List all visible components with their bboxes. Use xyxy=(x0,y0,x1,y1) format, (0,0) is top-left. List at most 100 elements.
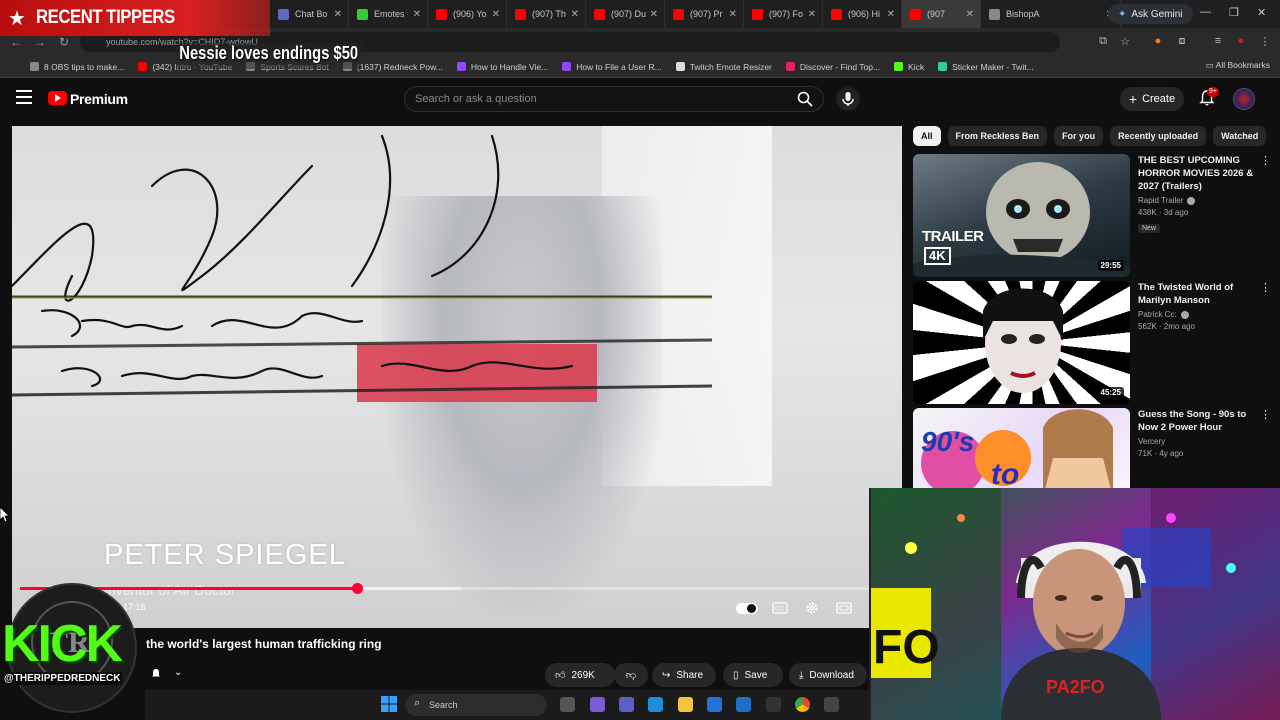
install-icon[interactable]: ⧉ xyxy=(1096,35,1110,49)
close-window-icon[interactable]: ✕ xyxy=(1257,6,1266,19)
video-title[interactable]: Guess the Song - 90s to Now 2 Power Hour xyxy=(1138,408,1268,434)
youtube-logo-icon[interactable] xyxy=(48,91,67,105)
edge-icon[interactable] xyxy=(648,697,663,712)
channel-name[interactable]: Patrick Cc: xyxy=(1138,310,1268,319)
menu-icon[interactable]: ⋮ xyxy=(1258,35,1272,49)
bookmark-item[interactable]: How to File a User R... xyxy=(562,62,662,72)
chrome-icon[interactable] xyxy=(795,697,810,712)
reload-icon[interactable]: ↻ xyxy=(52,35,76,49)
video-thumbnail[interactable]: TRAILER 4K 29:55 xyxy=(913,154,1130,277)
bookmark-item[interactable]: 8 OBS tips to make... xyxy=(30,62,124,72)
bookmark-item[interactable]: How to Handle Vie... xyxy=(456,62,548,72)
subscribe-bell-icon[interactable] xyxy=(150,667,162,680)
tab-close-icon[interactable]: ✕ xyxy=(808,9,816,20)
task-view-icon[interactable] xyxy=(560,697,575,712)
tab-close-icon[interactable]: ✕ xyxy=(571,9,579,20)
channel-name[interactable]: Rapid Trailer xyxy=(1138,196,1268,205)
dislike-button[interactable]: 👎︎ xyxy=(614,663,648,687)
more-options-icon[interactable]: ⋮ xyxy=(1260,281,1271,294)
browser-tab[interactable]: BishopA✕ xyxy=(981,0,1121,28)
voice-search-button[interactable] xyxy=(836,87,860,111)
restore-icon[interactable]: ❐ xyxy=(1229,6,1239,19)
tab-close-icon[interactable]: ✕ xyxy=(966,9,974,20)
extension-icon[interactable]: ● xyxy=(1151,35,1165,49)
filter-chip[interactable]: Watched xyxy=(1213,126,1267,146)
file-explorer-icon[interactable] xyxy=(678,697,693,712)
browser-tab[interactable]: (907 ✕ xyxy=(902,0,981,28)
tab-close-icon[interactable]: ✕ xyxy=(650,9,658,20)
like-button[interactable]: 👍︎ 269K xyxy=(545,663,615,687)
bookmark-item[interactable]: Kick xyxy=(894,62,924,72)
extensions-puzzle-icon[interactable]: ⧈ xyxy=(1175,35,1189,49)
filter-chip[interactable]: All xyxy=(913,126,941,146)
more-options-icon[interactable]: ⋮ xyxy=(1260,408,1271,421)
save-button[interactable]: ▯ Save xyxy=(723,663,783,687)
search-input[interactable]: Search or ask a question xyxy=(404,86,824,112)
browser-tab[interactable]: (907) Fo ✕ xyxy=(744,0,823,28)
browser-tab[interactable]: (907) Du ✕ xyxy=(586,0,665,28)
tab-close-icon[interactable]: ✕ xyxy=(729,9,737,20)
bookmark-item[interactable]: Sticker Maker - Twit... xyxy=(938,62,1034,72)
tab-favicon-icon xyxy=(673,8,684,20)
more-options-icon[interactable]: ⋮ xyxy=(1260,154,1271,167)
hamburger-menu-icon[interactable] xyxy=(16,90,32,104)
kick-logo-text: KICK xyxy=(2,615,123,673)
video-thumbnail[interactable]: 45:25 xyxy=(913,281,1130,404)
app-icon[interactable] xyxy=(824,697,839,712)
verified-icon xyxy=(1180,310,1189,319)
windows-start-icon[interactable] xyxy=(381,696,397,712)
browser-tab[interactable]: Chat Bo ✕ xyxy=(270,0,349,28)
filter-chip[interactable]: From Reckless Ben xyxy=(947,126,1048,146)
media-icon[interactable]: ≡ xyxy=(1211,35,1225,49)
share-icon: ↪ xyxy=(662,669,671,681)
profile-icon[interactable]: ● xyxy=(1234,35,1248,49)
captions-icon[interactable]: CC xyxy=(771,600,789,616)
channel-name[interactable]: Vercery xyxy=(1138,437,1268,446)
outlook-icon[interactable] xyxy=(736,697,751,712)
folder-icon: ▭ xyxy=(1205,60,1214,70)
forward-icon[interactable]: → xyxy=(28,35,52,49)
ask-gemini-button[interactable]: ✦ Ask Gemini xyxy=(1108,4,1193,24)
bookmark-item[interactable]: Discover - Find Top... xyxy=(785,62,880,72)
back-icon[interactable]: ← xyxy=(4,35,28,49)
download-button[interactable]: ⤓ Download xyxy=(789,663,867,687)
avatar[interactable] xyxy=(1233,88,1255,110)
tab-close-icon[interactable]: ✕ xyxy=(334,9,342,20)
browser-tab[interactable]: (907) Th ✕ xyxy=(507,0,586,28)
create-button[interactable]: + Create xyxy=(1120,87,1184,111)
share-button[interactable]: ↪ Share xyxy=(652,663,716,687)
browser-tab[interactable]: (907) Pr ✕ xyxy=(665,0,744,28)
bookmark-item[interactable]: Twitch Emote Resizer xyxy=(675,62,772,72)
bookmark-star-icon[interactable]: ☆ xyxy=(1118,35,1132,49)
progress-scrubber[interactable] xyxy=(351,583,363,594)
tab-close-icon[interactable]: ✕ xyxy=(492,9,500,20)
tab-close-icon[interactable]: ✕ xyxy=(887,9,895,20)
autoplay-toggle[interactable] xyxy=(736,603,758,614)
obs-icon[interactable] xyxy=(766,697,781,712)
progress-bar[interactable] xyxy=(20,583,884,594)
taskbar-search[interactable]: Search xyxy=(405,694,547,716)
search-icon[interactable] xyxy=(797,91,813,107)
browser-tab[interactable]: (906) Yo ✕ xyxy=(428,0,507,28)
filter-chip[interactable]: For you xyxy=(1054,126,1104,146)
minimize-icon[interactable]: — xyxy=(1200,6,1211,18)
channel-label: Vercery xyxy=(1138,437,1166,446)
theater-mode-icon[interactable] xyxy=(835,600,853,616)
browser-tab[interactable]: (906) Hi ✕ xyxy=(823,0,902,28)
settings-gear-icon[interactable] xyxy=(803,600,821,616)
browser-tab[interactable]: Emotes ✕ xyxy=(349,0,428,28)
video-player[interactable]: PETER SPIEGEL Inventor of Air Doctor 17:… xyxy=(12,126,902,628)
all-bookmarks[interactable]: ▭ All Bookmarks xyxy=(1206,60,1270,71)
store-icon[interactable] xyxy=(707,697,722,712)
tab-close-icon[interactable]: ✕ xyxy=(413,9,421,20)
copilot-icon[interactable] xyxy=(590,697,605,712)
related-video[interactable]: 45:25 The Twisted World of Marilyn Manso… xyxy=(913,281,1273,404)
youtube-premium-label[interactable]: Premium xyxy=(70,91,128,107)
chevron-down-icon[interactable]: ⌄ xyxy=(174,667,182,678)
download-icon: ⤓ xyxy=(799,669,804,681)
video-title[interactable]: The Twisted World of Marilyn Manson xyxy=(1138,281,1268,307)
related-video[interactable]: TRAILER 4K 29:55 THE BEST UPCOMING HORRO… xyxy=(913,154,1273,277)
teams-icon[interactable] xyxy=(619,697,634,712)
filter-chip[interactable]: Recently uploaded xyxy=(1110,126,1207,146)
video-title[interactable]: THE BEST UPCOMING HORROR MOVIES 2026 & 2… xyxy=(1138,154,1268,193)
